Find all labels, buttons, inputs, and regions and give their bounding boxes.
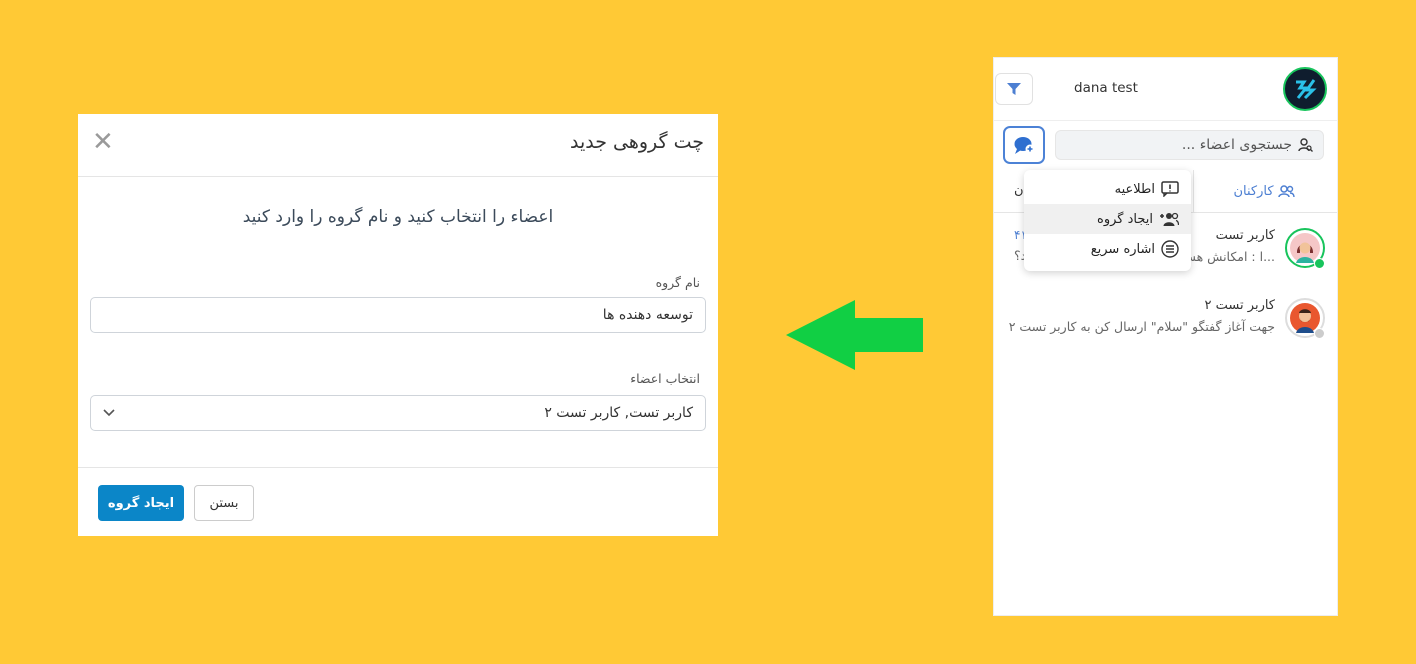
modal-footer: ایجاد گروه بستن [78, 467, 718, 536]
filter-button[interactable] [995, 73, 1033, 105]
tab-staff[interactable]: کارکنان [1193, 170, 1334, 212]
menu-item-label: اطلاعیه [1114, 181, 1155, 197]
contact-last-message: جهت آغاز گفتگو "سلام" ارسال کن به کاربر … [1008, 319, 1275, 334]
contact-name: کاربر تست [1215, 228, 1275, 243]
close-icon[interactable]: ✕ [92, 129, 114, 155]
new-chat-dropdown-menu: اطلاعیه ایجاد گروه اشاره سریع [1024, 170, 1191, 271]
tab-other[interactable]: ن [1014, 183, 1024, 198]
members-value: کاربر تست, کاربر تست ۲ [544, 405, 693, 421]
modal-body: اعضاء را انتخاب کنید و نام گروه را وارد … [78, 177, 718, 467]
tab-staff-label: کارکنان [1233, 183, 1274, 199]
online-status-dot [1314, 258, 1325, 269]
user-search-icon [1298, 138, 1313, 152]
group-name-input[interactable]: توسعه دهنده ها [90, 297, 706, 333]
new-chat-button[interactable] [1003, 126, 1045, 164]
create-group-button[interactable]: ایجاد گروه [98, 485, 184, 521]
instruction-text: اعضاء را انتخاب کنید و نام گروه را وارد … [242, 207, 554, 227]
menu-item-label: ایجاد گروه [1097, 211, 1153, 227]
members-select[interactable]: کاربر تست, کاربر تست ۲ [90, 395, 706, 431]
offline-status-dot [1314, 328, 1325, 339]
chevron-down-icon [103, 406, 115, 420]
members-label: انتخاب اعضاء [630, 371, 700, 386]
member-search-input[interactable]: جستجوی اعضاء ... [1055, 130, 1324, 160]
menu-item-create-group[interactable]: ایجاد گروه [1024, 204, 1191, 234]
filter-icon [1007, 82, 1021, 95]
modal-header: چت گروهی جدید ✕ [78, 114, 718, 177]
user-name: dana test [1074, 80, 1138, 96]
search-placeholder: جستجوی اعضاء ... [1181, 137, 1292, 153]
brand-logo [1283, 67, 1327, 111]
users-icon [1277, 184, 1295, 197]
group-name-value: توسعه دهنده ها [602, 307, 693, 323]
new-group-chat-modal: چت گروهی جدید ✕ اعضاء را انتخاب کنید و ن… [78, 114, 718, 536]
contact-name: کاربر تست ۲ [1204, 298, 1275, 313]
announcement-icon [1161, 181, 1179, 197]
contact-item[interactable]: کاربر تست ۲ جهت آغاز گفتگو "سلام" ارسال … [994, 298, 1337, 358]
menu-item-announcement[interactable]: اطلاعیه [1024, 174, 1191, 204]
arrow-left-icon [786, 300, 924, 374]
panel-header: dana test [994, 58, 1337, 121]
modal-title: چت گروهی جدید [569, 131, 704, 153]
menu-item-label: اشاره سریع [1090, 241, 1155, 257]
contact-last-message: ...ا : امکانش هس [1180, 249, 1275, 264]
menu-item-quick-mention[interactable]: اشاره سریع [1024, 234, 1191, 264]
chat-panel: dana test جستجوی اعضاء ... کارکنان ن کار… [994, 58, 1337, 615]
close-button[interactable]: بستن [194, 485, 254, 521]
add-group-icon [1160, 212, 1179, 226]
group-name-label: نام گروه [655, 275, 700, 290]
list-icon [1161, 240, 1179, 258]
new-chat-icon [1014, 137, 1035, 154]
